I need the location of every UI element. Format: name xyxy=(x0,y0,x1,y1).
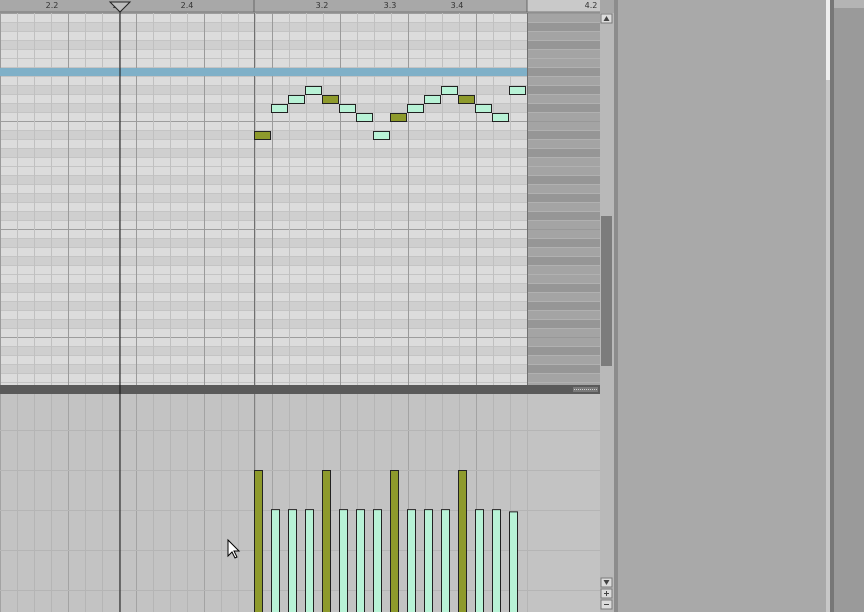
far-right-strip xyxy=(830,0,864,612)
far-right-scroll-thumb[interactable] xyxy=(826,0,830,80)
ruler-label: 3.4 xyxy=(451,1,464,10)
midi-note[interactable] xyxy=(424,95,441,104)
midi-note-selected[interactable] xyxy=(322,95,339,104)
vertical-scrollbar[interactable] xyxy=(600,13,614,612)
midi-note[interactable] xyxy=(356,113,373,122)
velocity-bar[interactable] xyxy=(441,509,450,612)
timeline-ruler[interactable]: 2.2 2.3 2.4 3.2 3.3 3.4 4.2 xyxy=(0,0,600,13)
midi-note-selected[interactable] xyxy=(390,113,407,122)
midi-note[interactable] xyxy=(271,104,288,113)
velocity-bar[interactable] xyxy=(322,470,331,612)
ruler-label: 4.2 xyxy=(585,1,598,10)
midi-note[interactable] xyxy=(441,86,458,95)
velocity-bar[interactable] xyxy=(475,509,484,612)
ruler-label: 3.2 xyxy=(316,1,329,10)
velocity-bar[interactable] xyxy=(288,509,297,612)
velocity-bar[interactable] xyxy=(339,509,348,612)
velocity-bar[interactable] xyxy=(424,509,433,612)
velocity-bar[interactable] xyxy=(407,509,416,612)
midi-note[interactable] xyxy=(407,104,424,113)
panel-divider xyxy=(614,0,618,612)
velocity-bar[interactable] xyxy=(373,509,382,612)
scroll-thumb[interactable] xyxy=(601,216,612,366)
velocity-bar[interactable] xyxy=(356,509,365,612)
velocity-bar[interactable] xyxy=(305,509,314,612)
selected-key-row xyxy=(0,68,527,76)
far-right-divider xyxy=(830,0,834,612)
velocity-bar[interactable] xyxy=(254,470,263,612)
outside-clip-area xyxy=(527,13,600,385)
midi-note[interactable] xyxy=(305,86,322,95)
velocity-bar[interactable] xyxy=(458,470,467,612)
midi-note-selected[interactable] xyxy=(458,95,475,104)
midi-note-selected[interactable] xyxy=(254,131,271,140)
velocity-bar[interactable] xyxy=(492,509,501,612)
midi-note[interactable] xyxy=(492,113,509,122)
splitter-grip-icon xyxy=(573,387,598,392)
midi-clip-editor: 2.2 2.3 2.4 3.2 3.3 3.4 4.2 xyxy=(0,0,864,612)
midi-note[interactable] xyxy=(475,104,492,113)
editor-splitter[interactable] xyxy=(0,385,600,394)
ruler-label: 2.2 xyxy=(46,1,59,10)
note-editor-grid[interactable] xyxy=(0,13,600,391)
midi-note[interactable] xyxy=(339,104,356,113)
ruler-label: 3.3 xyxy=(384,1,397,10)
far-right-scrollbar[interactable] xyxy=(826,0,830,612)
midi-note[interactable] xyxy=(373,131,390,140)
velocity-bar[interactable] xyxy=(390,470,399,612)
midi-note[interactable] xyxy=(509,86,526,95)
velocity-bar[interactable] xyxy=(271,509,280,612)
midi-note[interactable] xyxy=(288,95,305,104)
velocity-bar[interactable] xyxy=(509,511,518,612)
ruler-label: 2.4 xyxy=(181,1,194,10)
